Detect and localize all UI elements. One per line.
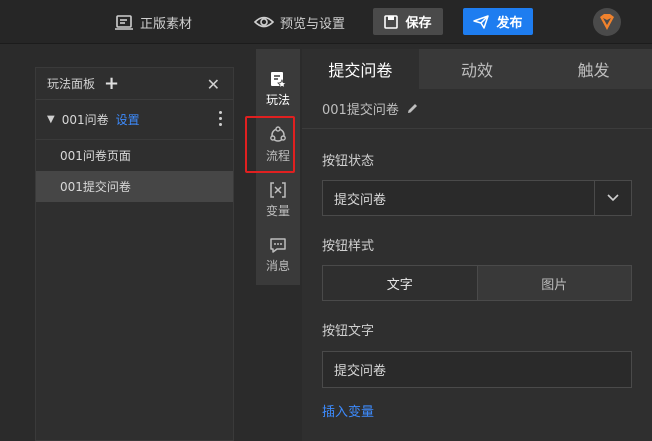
nav-item-message[interactable]: 消息 <box>256 229 300 281</box>
save-label: 保存 <box>405 16 432 31</box>
list-item[interactable]: 001提交问卷 <box>36 171 233 202</box>
nav-label: 变量 <box>265 204 290 218</box>
edit-icon[interactable] <box>406 102 419 115</box>
button-state-select[interactable]: 提交问卷 <box>322 180 632 216</box>
properties-panel: 提交问卷 动效 触发 001提交问卷 按钮状态 提交问卷 按钮样式 文字 图片 … <box>302 49 652 441</box>
caret-down-icon[interactable]: ▼ <box>47 114 55 125</box>
tab-submit-questionnaire[interactable]: 提交问卷 <box>302 49 419 89</box>
nav-label: 消息 <box>265 259 290 273</box>
questionnaire-group[interactable]: ▼ 001问卷 设置 <box>36 100 233 140</box>
button-state-value: 提交问卷 <box>334 192 387 208</box>
panel-title: 玩法面板 <box>47 77 96 91</box>
button-style-toggle: 文字 图片 <box>322 265 632 301</box>
insert-variable-link[interactable]: 插入变量 <box>322 401 374 420</box>
tab-trigger[interactable]: 触发 <box>535 49 652 89</box>
nav-item-variable[interactable]: 变量 <box>256 174 300 226</box>
property-tabs: 提交问卷 动效 触发 <box>302 49 652 89</box>
chevron-down-icon[interactable] <box>594 181 631 215</box>
message-icon <box>270 238 286 253</box>
tab-animation[interactable]: 动效 <box>419 49 536 89</box>
top-toolbar: 正版素材 预览与设置 保存 发布 <box>0 0 652 44</box>
button-style-label: 按钮样式 <box>322 239 375 254</box>
assets-icon <box>115 15 133 30</box>
button-text-label: 按钮文字 <box>322 324 375 339</box>
style-text-option[interactable]: 文字 <box>323 266 478 300</box>
licensed-assets-label: 正版素材 <box>140 16 193 32</box>
nav-item-gameplay[interactable]: 玩法 <box>256 63 300 115</box>
preview-settings-button[interactable]: 预览与设置 <box>254 9 345 35</box>
more-options-icon[interactable] <box>219 111 223 126</box>
list-item[interactable]: 001问卷页面 <box>36 140 233 171</box>
group-name: 001问卷 <box>61 113 109 127</box>
button-text-input[interactable]: 提交问卷 <box>322 351 632 388</box>
group-settings-link[interactable]: 设置 <box>116 111 140 128</box>
publish-label: 发布 <box>496 16 523 31</box>
publish-button[interactable]: 发布 <box>463 8 533 35</box>
logo-icon <box>600 14 614 30</box>
variable-icon <box>270 182 286 198</box>
send-icon <box>473 14 490 29</box>
avatar[interactable] <box>593 8 621 36</box>
panel-header: 玩法面板 + ✕ <box>36 68 233 100</box>
eye-icon <box>254 16 274 28</box>
button-state-label: 按钮状态 <box>322 154 375 169</box>
button-text-value: 提交问卷 <box>334 364 387 379</box>
gameplay-panel: 玩法面板 + ✕ ▼ 001问卷 设置 001问卷页面 001提交问卷 <box>35 67 234 441</box>
save-icon <box>384 14 399 29</box>
licensed-assets-button[interactable]: 正版素材 <box>114 9 192 35</box>
close-icon[interactable]: ✕ <box>207 75 220 94</box>
preview-settings-label: 预览与设置 <box>280 16 346 32</box>
add-button[interactable]: + <box>104 74 119 93</box>
nav-label: 玩法 <box>265 93 290 107</box>
component-name-row: 001提交问卷 <box>302 89 652 129</box>
gameplay-icon <box>271 72 287 88</box>
highlight-box <box>245 116 295 173</box>
style-image-option[interactable]: 图片 <box>477 266 631 300</box>
save-button[interactable]: 保存 <box>373 8 443 35</box>
component-name: 001提交问卷 <box>322 103 399 118</box>
